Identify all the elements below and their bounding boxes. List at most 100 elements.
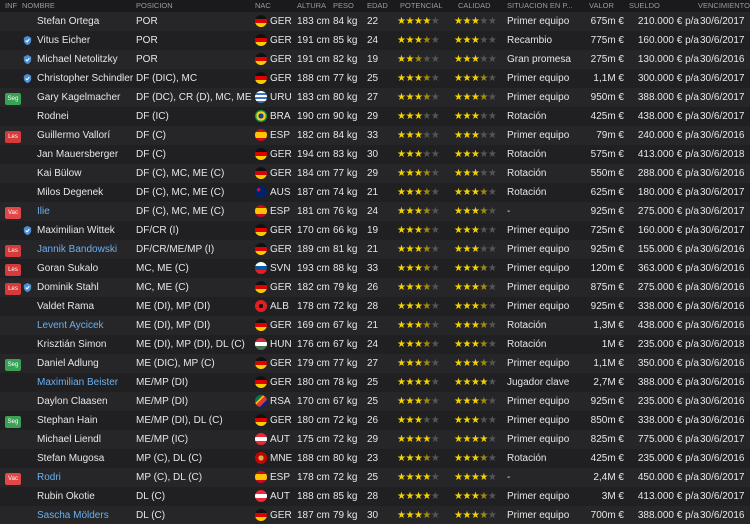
- player-name[interactable]: Stefan Ortega: [37, 12, 133, 31]
- table-row[interactable]: Les Jannik Bandowski DF/CR/ME/MP (I) GER 189…: [0, 240, 750, 259]
- col-vencimiento[interactable]: VENCIMIENTO: [698, 1, 750, 10]
- injury-status: Vac: [5, 202, 21, 221]
- ability-rating: ★★★★★: [454, 126, 504, 145]
- table-row[interactable]: Rodnei DF (IC) BRA 190 cm 90 kg 29 ★★★★★ ★★★★★ R…: [0, 107, 750, 126]
- player-name[interactable]: Maximilian Wittek: [37, 221, 133, 240]
- table-body: Stefan Ortega POR GER 183 cm 84 kg 22 ★★★★★ ★★★…: [0, 12, 750, 524]
- player-name[interactable]: Michael Netolitzky: [37, 50, 133, 69]
- flag-cell: [255, 164, 268, 183]
- col-sueldo[interactable]: SUELDO: [629, 1, 660, 10]
- player-name[interactable]: Jannik Bandowski: [37, 240, 133, 259]
- flag-icon: [255, 395, 267, 407]
- col-situacion[interactable]: SITUACION EN P...: [507, 1, 573, 10]
- col-inf[interactable]: INF: [5, 1, 17, 10]
- table-row[interactable]: Les Dominik Stahl MC, ME (C) GER 182 cm 79 kg…: [0, 278, 750, 297]
- player-name[interactable]: Christopher Schindler: [37, 69, 133, 88]
- player-name[interactable]: Rodri: [37, 468, 133, 487]
- player-value: 925m €: [590, 396, 624, 407]
- player-name[interactable]: Sascha Mölders: [37, 506, 133, 524]
- star-icon: ★: [422, 111, 431, 122]
- col-nombre[interactable]: NOMBRE: [22, 1, 55, 10]
- table-row[interactable]: Rubin Okotie DL (C) AUT 188 cm 85 kg 28 ★★★★★ ★…: [0, 487, 750, 506]
- table-row[interactable]: Stefan Ortega POR GER 183 cm 84 kg 22 ★★★★★ ★★★…: [0, 12, 750, 31]
- player-name[interactable]: Vitus Eicher: [37, 31, 133, 50]
- player-weight: 72 kg: [333, 434, 358, 445]
- player-height: 182 cm: [297, 130, 330, 141]
- status-badge: Les: [5, 283, 21, 295]
- table-row[interactable]: Seg Stephan Hain ME/MP (DI), DL (C) GER 180 …: [0, 411, 750, 430]
- status-badge: Les: [5, 245, 21, 257]
- player-name[interactable]: Maximilian Beister: [37, 373, 133, 392]
- table-row[interactable]: Krisztián Simon ME (DI), MP (DI), DL (C) H…: [0, 335, 750, 354]
- potential-rating: ★★★★★: [397, 259, 452, 278]
- table-row[interactable]: Kai Bülow DF (C), MC, ME (C) GER 184 cm 77 k…: [0, 164, 750, 183]
- table-row[interactable]: Sascha Mölders DL (C) GER 187 cm 79 kg 30 ★★★★…: [0, 506, 750, 524]
- player-name[interactable]: Stefan Mugosa: [37, 449, 133, 468]
- player-name[interactable]: Krisztián Simon: [37, 335, 133, 354]
- youth-icon-cell: [22, 297, 36, 316]
- table-row[interactable]: Milos Degenek DF (C), MC, ME (C) AUS 187 cm…: [0, 183, 750, 202]
- col-altura[interactable]: ALTURA: [297, 1, 326, 10]
- table-row[interactable]: Vac Rodri MP (C), DL (C) ESP 178 cm 72 kg 25 ★★…: [0, 468, 750, 487]
- ability-rating: ★★★★★: [454, 259, 504, 278]
- col-potencial[interactable]: POTENCIAL: [400, 1, 443, 10]
- table-row[interactable]: Seg Gary Kagelmacher DF (DC), CR (D), MC, …: [0, 88, 750, 107]
- col-posicion[interactable]: POSICION: [136, 1, 173, 10]
- injury-status: [5, 373, 21, 392]
- contract-expiry: 30/6/2016: [700, 130, 745, 141]
- player-age: 27: [367, 358, 379, 369]
- star-icon: ★: [405, 320, 414, 331]
- table-row[interactable]: Stefan Mugosa MP (C), DL (C) MNE 188 cm 80 k…: [0, 449, 750, 468]
- player-name[interactable]: Levent Aycicek: [37, 316, 133, 335]
- player-name[interactable]: Rodnei: [37, 107, 133, 126]
- table-row[interactable]: Les Guillermo Vallorí DF (C) ESP 182 cm 84 kg…: [0, 126, 750, 145]
- player-height: 194 cm: [297, 149, 330, 160]
- col-valor[interactable]: VALOR: [589, 1, 614, 10]
- star-icon: ★: [487, 73, 497, 84]
- player-name[interactable]: Daylon Claasen: [37, 392, 133, 411]
- player-name[interactable]: Guillermo Vallorí: [37, 126, 133, 145]
- player-name[interactable]: Michael Liendl: [37, 430, 133, 449]
- table-row[interactable]: Michael Liendl ME/MP (IC) AUT 175 cm 72 kg 29…: [0, 430, 750, 449]
- player-name[interactable]: Dominik Stahl: [37, 278, 133, 297]
- col-edad[interactable]: EDAD: [367, 1, 388, 10]
- player-name[interactable]: Rubin Okotie: [37, 487, 133, 506]
- squad-status: Primer equipo: [507, 396, 570, 407]
- player-name[interactable]: Kai Bülow: [37, 164, 133, 183]
- table-row[interactable]: Jan Mauersberger DF (C) GER 194 cm 83 kg 30 ★★…: [0, 145, 750, 164]
- star-icon: ★: [405, 472, 414, 483]
- table-row[interactable]: Levent Aycicek ME (DI), MP (DI) GER 169 cm 6…: [0, 316, 750, 335]
- table-row[interactable]: Maximilian Wittek DF/CR (I) GER 170 cm 66 kg…: [0, 221, 750, 240]
- table-row[interactable]: Daylon Claasen ME/MP (DI) RSA 170 cm 67 kg 25…: [0, 392, 750, 411]
- table-row[interactable]: Vitus Eicher POR GER 191 cm 85 kg 24 ★★★★★ ★★★★…: [0, 31, 750, 50]
- player-wage: 160.000 € p/a: [637, 225, 699, 236]
- contract-expiry: 30/6/2017: [700, 111, 745, 122]
- player-name[interactable]: Daniel Adlung: [37, 354, 133, 373]
- ability-rating: ★★★★★: [454, 354, 504, 373]
- star-icon: ★: [487, 206, 497, 217]
- player-weight: 85 kg: [333, 35, 358, 46]
- table-row[interactable]: Seg Daniel Adlung ME (DIC), MP (C) GER 179 c…: [0, 354, 750, 373]
- star-icon: ★: [479, 111, 488, 122]
- player-name[interactable]: Ilie: [37, 202, 133, 221]
- player-name[interactable]: Valdet Rama: [37, 297, 133, 316]
- player-value: 120m €: [590, 263, 624, 274]
- contract-expiry: 30/6/2016: [700, 396, 745, 407]
- player-name[interactable]: Stephan Hain: [37, 411, 133, 430]
- table-row[interactable]: Christopher Schindler DF (DIC), MC GER 188 …: [0, 69, 750, 88]
- potential-rating: ★★★★★: [397, 430, 452, 449]
- player-height: 187 cm: [297, 510, 330, 521]
- table-row[interactable]: Michael Netolitzky POR GER 191 cm 82 kg 19 ★★★…: [0, 50, 750, 69]
- col-nac[interactable]: NAC: [255, 1, 271, 10]
- table-row[interactable]: Valdet Rama ME (DI), MP (DI) ALB 178 cm 72 k…: [0, 297, 750, 316]
- player-name[interactable]: Goran Sukalo: [37, 259, 133, 278]
- player-name[interactable]: Milos Degenek: [37, 183, 133, 202]
- player-name[interactable]: Gary Kagelmacher: [37, 88, 133, 107]
- col-peso[interactable]: PESO: [333, 1, 354, 10]
- table-row[interactable]: Vac Ilie DF (C), MC, ME (C) ESP 181 cm 76 kg 2…: [0, 202, 750, 221]
- table-row[interactable]: Les Goran Sukalo MC, ME (C) SVN 193 cm 88 kg 3…: [0, 259, 750, 278]
- star-icon: ★: [430, 92, 440, 103]
- table-row[interactable]: Maximilian Beister ME/MP (DI) GER 180 cm 78 …: [0, 373, 750, 392]
- player-name[interactable]: Jan Mauersberger: [37, 145, 133, 164]
- col-calidad[interactable]: CALIDAD: [458, 1, 491, 10]
